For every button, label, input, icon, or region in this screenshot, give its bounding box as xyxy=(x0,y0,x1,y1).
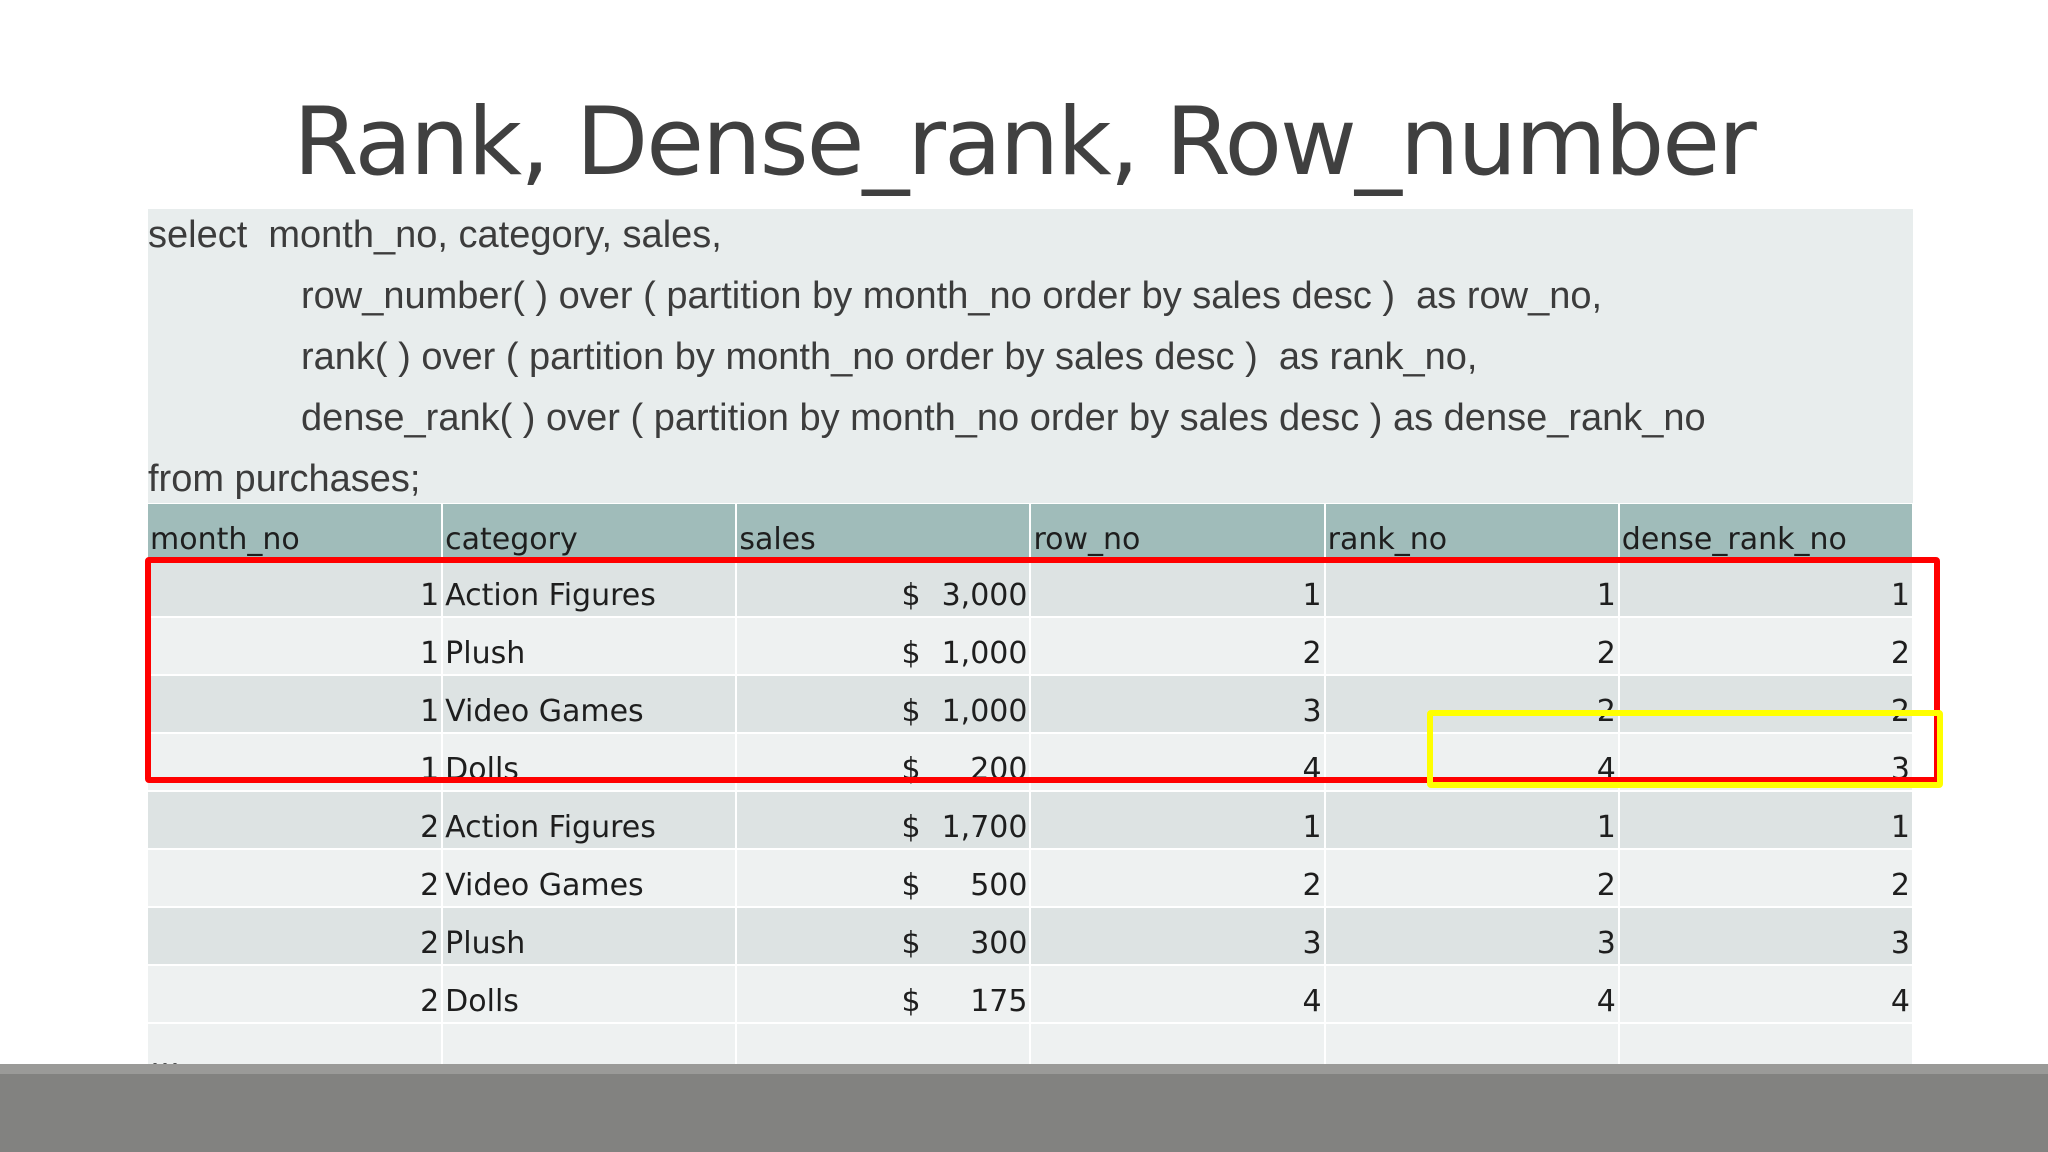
cell-rank-no: 4 xyxy=(1324,732,1620,791)
sales-amount: 1,000 xyxy=(941,694,1028,729)
currency-symbol: $ xyxy=(901,868,921,903)
cell-rank-no: 4 xyxy=(1324,964,1620,1023)
cell-row-no: 4 xyxy=(1030,964,1326,1023)
table-row: 1 Dolls $200 4 4 3 xyxy=(148,732,1914,791)
cell-category: Dolls xyxy=(442,732,738,791)
cell-rank-no: 2 xyxy=(1324,616,1620,675)
table-row: 2 Video Games $500 2 2 2 xyxy=(148,848,1914,907)
cell-category: Dolls xyxy=(442,964,738,1023)
table-row: 1 Action Figures $3,000 1 1 1 xyxy=(148,558,1914,617)
cell-sales: $500 xyxy=(736,848,1032,907)
header-category: category xyxy=(442,504,738,559)
cell-month-no: 1 xyxy=(148,616,444,675)
cell-category: Video Games xyxy=(442,674,738,733)
table-row: 1 Video Games $1,000 3 2 2 xyxy=(148,674,1914,733)
currency-symbol: $ xyxy=(901,636,921,671)
sales-amount: 500 xyxy=(970,868,1028,903)
cell-rank-no: 1 xyxy=(1324,558,1620,617)
cell-dense-rank-no: 1 xyxy=(1618,558,1914,617)
cell-dense-rank-no: 3 xyxy=(1618,906,1914,965)
sql-line-select: select month_no, category, sales, xyxy=(148,214,722,256)
cell-category: Video Games xyxy=(442,848,738,907)
currency-symbol: $ xyxy=(901,752,921,787)
header-row-no: row_no xyxy=(1030,504,1326,559)
currency-symbol: $ xyxy=(901,926,921,961)
cell-sales: $1,000 xyxy=(736,616,1032,675)
sql-line-rank: rank( ) over ( partition by month_no ord… xyxy=(301,336,1478,378)
cell-category: Plush xyxy=(442,616,738,675)
cell-sales: $200 xyxy=(736,732,1032,791)
slide: Rank, Dense_rank, Row_number select mont… xyxy=(0,0,2048,1152)
sql-line-from: from purchases; xyxy=(148,458,421,500)
cell-dense-rank-no: 4 xyxy=(1618,964,1914,1023)
cell-sales: $1,000 xyxy=(736,674,1032,733)
sales-amount: 1,700 xyxy=(941,810,1028,845)
cell-row-no: 4 xyxy=(1030,732,1326,791)
cell-category: Action Figures xyxy=(442,790,738,849)
sales-amount: 3,000 xyxy=(941,578,1028,613)
cell-category: Action Figures xyxy=(442,558,738,617)
cell-dense-rank-no: 2 xyxy=(1618,616,1914,675)
table-body: 1 Action Figures $3,000 1 1 1 1 Plush $1,000 2 2 2 1… xyxy=(148,558,1914,1078)
sales-amount: 200 xyxy=(970,752,1028,787)
header-dense-rank-no: dense_rank_no xyxy=(1618,504,1914,559)
cell-month-no: 1 xyxy=(148,558,444,617)
currency-symbol: $ xyxy=(901,578,921,613)
cell-dense-rank-no: 2 xyxy=(1618,848,1914,907)
currency-symbol: $ xyxy=(901,984,921,1019)
cell-category: Plush xyxy=(442,906,738,965)
cell-month-no: 2 xyxy=(148,848,444,907)
currency-symbol: $ xyxy=(901,694,921,729)
cell-month-no: 2 xyxy=(148,964,444,1023)
table-row: 1 Plush $1,000 2 2 2 xyxy=(148,616,1914,675)
sales-amount: 300 xyxy=(970,926,1028,961)
table-header-row: month_no category sales row_no rank_no d… xyxy=(148,504,1914,559)
header-sales: sales xyxy=(736,504,1032,559)
cell-month-no: 2 xyxy=(148,790,444,849)
bottom-bar-edge xyxy=(0,1064,2048,1074)
currency-symbol: $ xyxy=(901,810,921,845)
table-row: 2 Plush $300 3 3 3 xyxy=(148,906,1914,965)
cell-row-no: 2 xyxy=(1030,616,1326,675)
sales-amount: 1,000 xyxy=(941,636,1028,671)
cell-month-no: 1 xyxy=(148,674,444,733)
cell-row-no: 1 xyxy=(1030,790,1326,849)
cell-sales: $3,000 xyxy=(736,558,1032,617)
cell-dense-rank-no: 3 xyxy=(1618,732,1914,791)
header-rank-no: rank_no xyxy=(1324,504,1620,559)
sql-code-block: select month_no, category, sales, row_nu… xyxy=(148,209,1913,503)
cell-rank-no: 2 xyxy=(1324,848,1620,907)
cell-rank-no: 3 xyxy=(1324,906,1620,965)
cell-month-no: 2 xyxy=(148,906,444,965)
cell-row-no: 3 xyxy=(1030,906,1326,965)
cell-dense-rank-no: 1 xyxy=(1618,790,1914,849)
slide-title: Rank, Dense_rank, Row_number xyxy=(293,88,1757,197)
results-table: month_no category sales row_no rank_no d… xyxy=(148,504,1914,1078)
cell-row-no: 2 xyxy=(1030,848,1326,907)
cell-sales: $1,700 xyxy=(736,790,1032,849)
cell-rank-no: 2 xyxy=(1324,674,1620,733)
cell-sales: $175 xyxy=(736,964,1032,1023)
cell-sales: $300 xyxy=(736,906,1032,965)
cell-row-no: 3 xyxy=(1030,674,1326,733)
bottom-bar xyxy=(0,1064,2048,1152)
table-row: 2 Dolls $175 4 4 4 xyxy=(148,964,1914,1023)
cell-month-no: 1 xyxy=(148,732,444,791)
sql-line-row-number: row_number( ) over ( partition by month_… xyxy=(301,275,1603,317)
sales-amount: 175 xyxy=(970,984,1028,1019)
sql-line-dense-rank: dense_rank( ) over ( partition by month_… xyxy=(301,397,1706,439)
cell-rank-no: 1 xyxy=(1324,790,1620,849)
cell-dense-rank-no: 2 xyxy=(1618,674,1914,733)
cell-row-no: 1 xyxy=(1030,558,1326,617)
table-row: 2 Action Figures $1,700 1 1 1 xyxy=(148,790,1914,849)
header-month-no: month_no xyxy=(148,504,444,559)
